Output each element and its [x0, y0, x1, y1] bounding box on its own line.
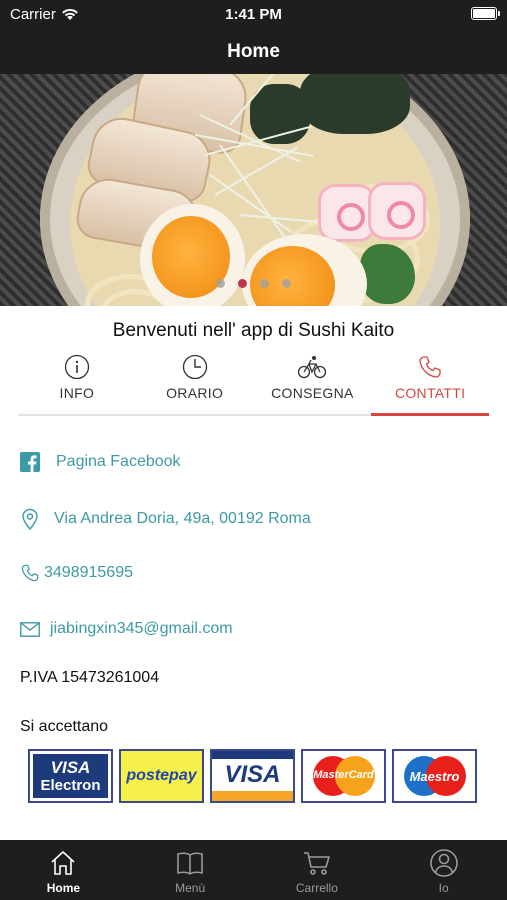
tab-bar-profile-label: Io: [438, 881, 449, 895]
email-link[interactable]: jiabingxin345@gmail.com: [20, 620, 233, 638]
tab-info[interactable]: INFO: [18, 352, 136, 414]
info-tabs: INFO ORARIO CONSEGNA CONTATTI: [18, 352, 489, 416]
facebook-label: Pagina Facebook: [56, 453, 181, 470]
accepted-payments-label: Si accettano: [20, 718, 109, 735]
user-icon: [429, 849, 458, 877]
tab-bar-menu[interactable]: Menù: [127, 840, 254, 900]
carousel-dot[interactable]: [216, 279, 225, 288]
bicycle-icon: [298, 356, 327, 379]
info-icon: [64, 354, 90, 380]
phone-label: 3498915695: [44, 564, 133, 581]
address-link[interactable]: Via Andrea Doria, 49a, 00192 Roma: [20, 508, 311, 530]
tab-info-label: INFO: [59, 385, 95, 401]
facebook-icon: [20, 452, 40, 472]
book-icon: [177, 852, 203, 875]
phone-link[interactable]: 3498915695: [20, 563, 133, 583]
location-pin-icon: [22, 508, 38, 530]
facebook-link[interactable]: Pagina Facebook: [20, 452, 181, 472]
carousel-dot-active[interactable]: [238, 279, 247, 288]
tab-contatti-label: CONTATTI: [394, 385, 466, 401]
phone-icon: [21, 564, 39, 582]
tab-contatti[interactable]: CONTATTI: [371, 352, 489, 416]
tab-consegna[interactable]: CONSEGNA: [254, 352, 372, 414]
tab-bar-home-label: Home: [46, 881, 81, 895]
carousel-dot[interactable]: [282, 279, 291, 288]
home-icon: [51, 851, 75, 875]
tab-consegna-label: CONSEGNA: [271, 385, 354, 401]
hero-image-carousel[interactable]: [0, 74, 507, 306]
mail-icon: [20, 621, 40, 637]
welcome-text: Benvenuti nell' app di Sushi Kaito: [112, 320, 395, 341]
postepay-logo: postepay: [119, 749, 204, 803]
address-label: Via Andrea Doria, 49a, 00192 Roma: [54, 510, 311, 527]
cart-icon: [303, 852, 330, 875]
tab-orario-label: ORARIO: [166, 385, 224, 401]
clock-time: 1:41 PM: [225, 6, 282, 23]
tab-bar-profile[interactable]: Io: [380, 840, 507, 900]
maestro-logo: Maestro: [392, 749, 477, 803]
carousel-dots[interactable]: [0, 279, 507, 288]
tab-bar-home[interactable]: Home: [0, 840, 127, 900]
vat-number: P.IVA 15473261004: [20, 669, 160, 686]
phone-icon: [419, 356, 441, 378]
email-label: jiabingxin345@gmail.com: [50, 620, 233, 637]
bottom-tab-bar: Home Menù Carrello Io: [0, 840, 507, 900]
tab-orario[interactable]: ORARIO: [136, 352, 254, 414]
status-bar: Carrier 1:41 PM: [0, 0, 507, 30]
battery-icon: [471, 7, 500, 20]
tab-bar-menu-label: Menù: [175, 881, 206, 895]
payment-cards: VISA Electron postepay VISA MasterCard M…: [28, 749, 477, 803]
carousel-dot[interactable]: [260, 279, 269, 288]
page-title: Home: [0, 30, 507, 74]
clock-icon: [182, 354, 207, 380]
visa-electron-logo: VISA Electron: [28, 749, 113, 803]
visa-logo: VISA: [210, 749, 295, 803]
tab-bar-cart-label: Carrello: [295, 881, 338, 895]
mastercard-logo: MasterCard: [301, 749, 386, 803]
tab-bar-cart[interactable]: Carrello: [254, 840, 381, 900]
